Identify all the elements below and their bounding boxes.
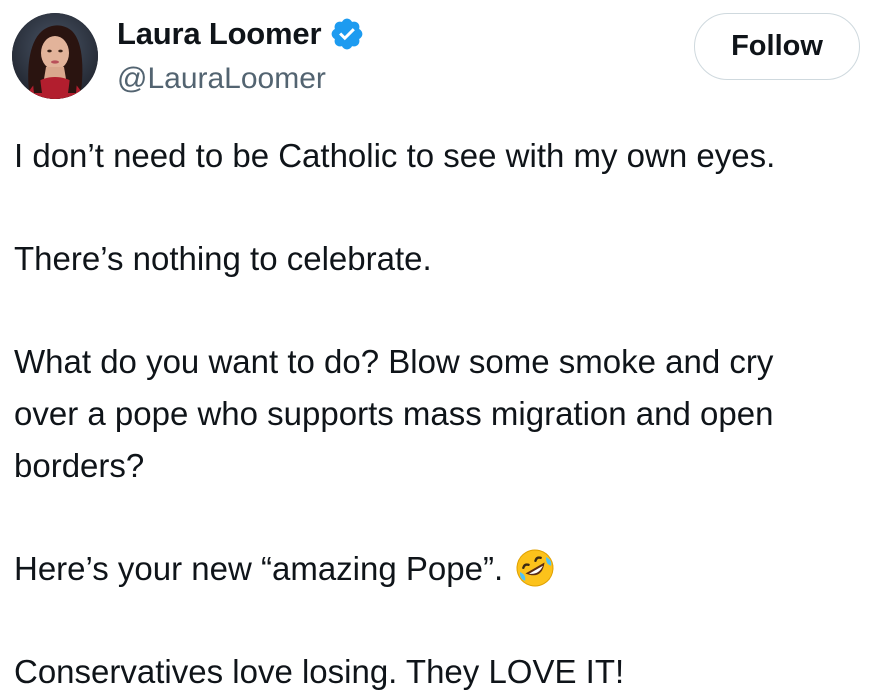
tweet-line: I don’t need to be Catholic to see with … [14, 137, 776, 174]
rolling-on-the-floor-laughing-icon [513, 546, 557, 590]
tweet-card: Laura Loomer @LauraLoomer Follow I don’t… [0, 0, 892, 699]
avatar[interactable] [12, 13, 98, 99]
avatar-image [12, 13, 98, 99]
tweet-line: over a pope who supports mass migration … [14, 395, 774, 432]
author-name-row: Laura Loomer [117, 14, 365, 54]
tweet-line: There’s nothing to celebrate. [14, 240, 432, 277]
tweet-line-with-emoji: Here’s your new “amazing Pope”. [14, 543, 886, 595]
verified-badge-icon [329, 16, 365, 52]
tweet-line: What do you want to do? Blow some smoke … [14, 343, 774, 380]
author-name[interactable]: Laura Loomer [117, 14, 322, 54]
tweet-line: Here’s your new “amazing Pope”. [14, 550, 504, 587]
author-handle[interactable]: @LauraLoomer [117, 59, 326, 99]
follow-button[interactable]: Follow [694, 13, 860, 80]
tweet-line: borders? [14, 447, 145, 484]
tweet-line: Conservatives love losing. They LOVE IT! [14, 653, 625, 690]
tweet-text: I don’t need to be Catholic to see with … [14, 130, 886, 698]
